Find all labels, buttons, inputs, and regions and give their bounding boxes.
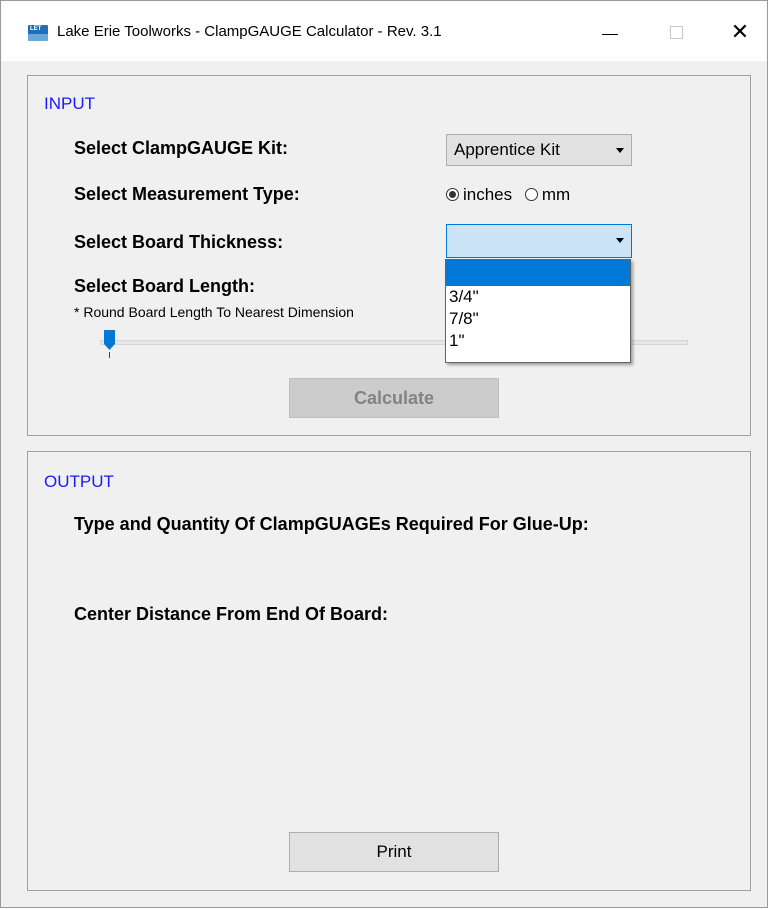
kit-label: Select ClampGAUGE Kit: bbox=[74, 138, 289, 158]
length-slider-thumb[interactable] bbox=[104, 330, 115, 350]
close-button[interactable]: ✕ bbox=[717, 9, 763, 55]
app-window: LET Lake Erie Toolworks - ClampGAUGE Cal… bbox=[0, 0, 768, 908]
maximize-button[interactable] bbox=[653, 9, 699, 55]
thickness-dropdown-list: 3/4" 7/8" 1" bbox=[445, 259, 631, 363]
output-group: OUTPUT Type and Quantity Of ClampGUAGEs … bbox=[27, 451, 751, 891]
title-bar[interactable]: LET Lake Erie Toolworks - ClampGAUGE Cal… bbox=[1, 1, 767, 61]
dropdown-item[interactable]: 7/8" bbox=[446, 308, 630, 330]
minimize-button[interactable] bbox=[587, 9, 633, 55]
input-section-title: INPUT bbox=[44, 94, 95, 113]
window-title: Lake Erie Toolworks - ClampGAUGE Calcula… bbox=[57, 23, 442, 40]
maximize-icon bbox=[669, 25, 683, 39]
type-quantity-label: Type and Quantity Of ClampGUAGEs Require… bbox=[74, 514, 589, 534]
output-section-title: OUTPUT bbox=[44, 472, 114, 491]
chevron-down-icon bbox=[616, 238, 624, 243]
length-label: Select Board Length: bbox=[74, 276, 256, 296]
kit-select-value: Apprentice Kit bbox=[454, 140, 560, 159]
minimize-icon bbox=[602, 33, 618, 35]
chevron-down-icon bbox=[616, 148, 624, 153]
app-logo-icon: LET bbox=[28, 25, 48, 41]
thickness-label: Select Board Thickness: bbox=[74, 232, 284, 252]
length-note: * Round Board Length To Nearest Dimensio… bbox=[74, 304, 354, 320]
radio-inches[interactable] bbox=[446, 188, 459, 202]
radio-mm-label[interactable]: mm bbox=[542, 185, 570, 204]
dropdown-item[interactable]: 3/4" bbox=[446, 286, 630, 308]
dropdown-item[interactable]: 1" bbox=[446, 330, 630, 352]
measurement-radio-group: inches mm bbox=[446, 184, 578, 205]
dropdown-item[interactable] bbox=[446, 260, 630, 286]
measurement-label: Select Measurement Type: bbox=[74, 184, 300, 204]
close-icon: ✕ bbox=[730, 19, 750, 44]
print-button[interactable]: Print bbox=[289, 832, 499, 872]
center-distance-label: Center Distance From End Of Board: bbox=[74, 604, 389, 624]
thickness-select[interactable] bbox=[446, 224, 632, 258]
slider-tick bbox=[109, 352, 110, 358]
radio-mm[interactable] bbox=[524, 188, 538, 202]
input-group: INPUT Select ClampGAUGE Kit: Apprentice … bbox=[27, 75, 751, 436]
kit-select[interactable]: Apprentice Kit bbox=[446, 134, 632, 166]
calculate-button[interactable]: Calculate bbox=[289, 378, 499, 418]
radio-inches-label[interactable]: inches bbox=[463, 185, 512, 204]
